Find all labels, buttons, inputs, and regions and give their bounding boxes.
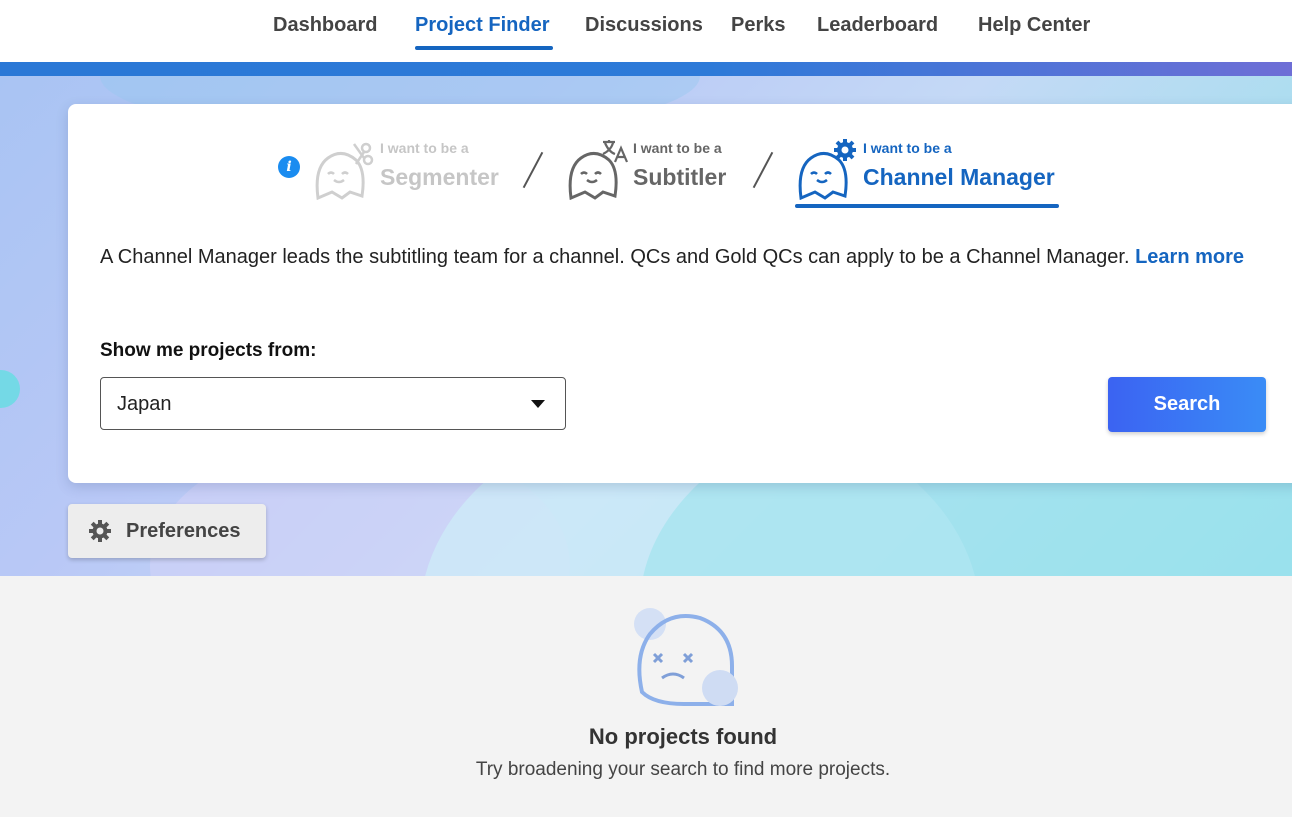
description-text: A Channel Manager leads the subtitling t…	[100, 246, 1130, 268]
search-button[interactable]: Search	[1108, 377, 1266, 432]
nav-perks[interactable]: Perks	[731, 14, 786, 37]
nav-active-indicator	[415, 46, 553, 50]
nav-project-finder[interactable]: Project Finder	[415, 14, 549, 37]
empty-state-subtitle: Try broadening your search to find more …	[475, 759, 891, 780]
preferences-button[interactable]: Preferences	[68, 504, 266, 558]
segmenter-ghost-icon	[315, 142, 374, 200]
role-divider	[522, 151, 544, 189]
role-prefix: I want to be a	[380, 140, 469, 156]
role-description: A Channel Manager leads the subtitling t…	[100, 242, 1250, 273]
preferences-label: Preferences	[126, 520, 241, 542]
nav-dashboard[interactable]: Dashboard	[273, 14, 377, 37]
filter-label: Show me projects from:	[100, 340, 317, 361]
role-active-indicator	[795, 204, 1059, 208]
role-tab-subtitler[interactable]: I want to be a Subtitler	[565, 134, 765, 214]
nav-leaderboard[interactable]: Leaderboard	[817, 14, 938, 37]
sad-ghost-illustration	[634, 608, 738, 706]
subtitler-ghost-icon	[568, 140, 629, 200]
role-prefix: I want to be a	[633, 140, 722, 156]
chevron-down-icon	[531, 400, 545, 408]
country-select-value: Japan	[117, 393, 172, 415]
role-label-segmenter: Segmenter	[380, 164, 499, 190]
decorative-dot	[0, 370, 20, 408]
gear-icon	[89, 520, 111, 542]
role-prefix: I want to be a	[863, 140, 952, 156]
learn-more-link[interactable]: Learn more	[1135, 246, 1244, 268]
project-finder-card: i I want to be a Segmenter I want to be …	[68, 104, 1292, 483]
top-navigation: Dashboard Project Finder Discussions Per…	[0, 0, 1292, 62]
info-icon[interactable]: i	[278, 156, 300, 178]
nav-help-center[interactable]: Help Center	[978, 14, 1090, 37]
role-label-channel-manager: Channel Manager	[863, 164, 1055, 190]
empty-state-title: No projects found	[588, 724, 778, 749]
role-tab-channel-manager[interactable]: I want to be a Channel Manager	[795, 134, 1065, 214]
accent-strip	[0, 62, 1292, 76]
role-label-subtitler: Subtitler	[633, 164, 727, 190]
scissors-icon	[360, 142, 372, 154]
nav-discussions[interactable]: Discussions	[585, 14, 703, 37]
role-tab-segmenter[interactable]: I want to be a Segmenter	[312, 134, 512, 214]
country-select[interactable]: Japan	[100, 377, 566, 430]
channel-manager-ghost-icon	[798, 139, 856, 200]
gear-icon	[834, 139, 856, 161]
